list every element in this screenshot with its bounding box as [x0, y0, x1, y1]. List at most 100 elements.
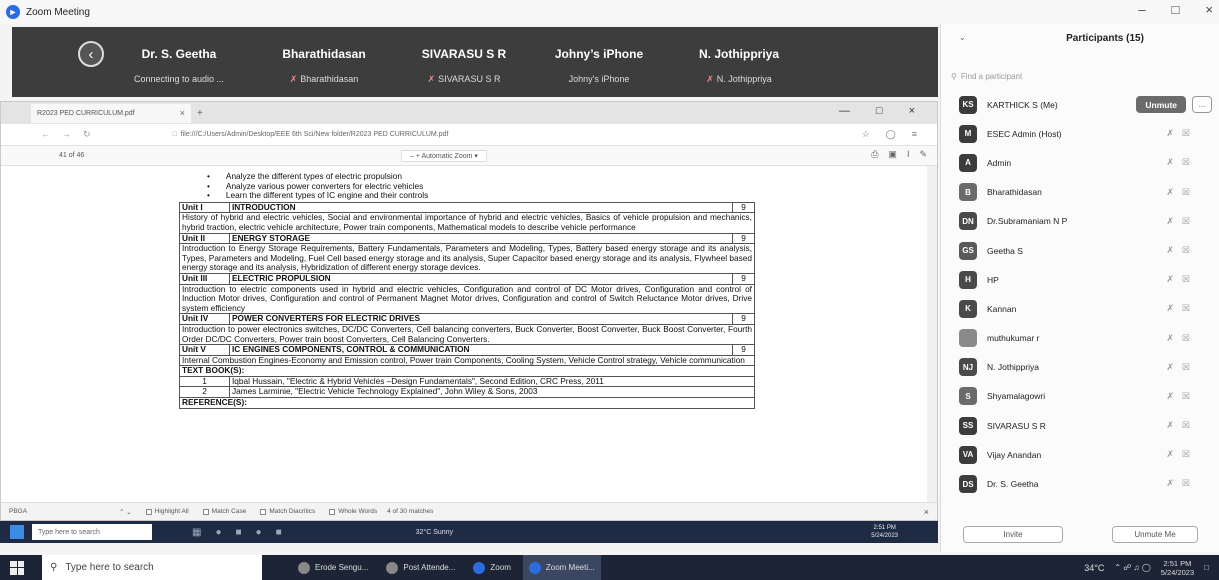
close-icon[interactable]: × — [1205, 2, 1213, 17]
draw-icon[interactable]: ✎ — [919, 149, 927, 160]
print-icon[interactable]: ⎙ — [871, 149, 878, 160]
taskbar-app[interactable]: Zoom Meeti... — [522, 555, 601, 580]
find-matches: 4 of 30 matches — [387, 508, 434, 515]
windows-start-icon[interactable] — [10, 560, 24, 575]
video-tile[interactable]: Johny’s iPhone Johny's iPhone — [534, 27, 664, 97]
participant-row[interactable]: DS Dr. S. Geetha ✗☒ — [941, 469, 1219, 498]
participant-row[interactable]: M ESEC Admin (Host) ✗☒ — [941, 119, 1219, 148]
find-participant-input[interactable]: ⚲ Find a participant — [951, 64, 1209, 88]
bookmark-star-icon[interactable]: ☆ — [862, 129, 870, 140]
mic-video-muted-icon: ✗☒ — [1166, 361, 1198, 372]
participant-row[interactable]: A Admin ✗☒ — [941, 148, 1219, 177]
unmute-button[interactable]: Unmute — [1136, 96, 1186, 113]
video-tile[interactable]: N. Jothippriya ✗ N. Jothippriya — [664, 27, 814, 97]
back-arrow-icon[interactable]: ‹ — [78, 41, 104, 67]
syllabus-table: Unit I INTRODUCTION 9 History of hybrid … — [179, 201, 755, 409]
find-option[interactable]: Match Case — [202, 508, 246, 515]
tile-sub: Connecting to audio ... — [133, 74, 225, 84]
taskbar-app-label: Zoom Meeti... — [545, 563, 595, 572]
avatar: M — [959, 124, 977, 143]
menu-icon[interactable]: ≡ — [912, 129, 917, 140]
find-option[interactable]: Highlight All — [145, 508, 189, 515]
taskbar-search[interactable]: ⚲ Type here to search — [42, 555, 262, 580]
taskbar-app[interactable]: Post Attende... — [380, 555, 461, 580]
invite-button[interactable]: Invite — [963, 525, 1063, 543]
browser-tab[interactable]: R2023 PED CURRICULUM.pdf × — [31, 103, 191, 123]
unit-hours: 9 — [732, 272, 755, 285]
browser-minimize-icon[interactable]: — — [839, 105, 850, 117]
shield-icon[interactable]: ◯ — [886, 129, 896, 140]
participant-row[interactable]: H HP ✗☒ — [941, 265, 1219, 294]
participant-row[interactable]: K Kannan ✗☒ — [941, 294, 1219, 323]
nav-buttons[interactable]: ←→↻ — [41, 129, 103, 140]
url-field[interactable]: □ file:///C:/Users/Admin/Desktop/EEE 6th … — [173, 131, 449, 138]
avatar: KS — [959, 95, 977, 114]
unmute-me-button[interactable]: Unmute Me — [1112, 525, 1198, 543]
minimize-icon[interactable]: – — [1138, 2, 1145, 17]
taskbar-app[interactable]: Zoom — [467, 555, 516, 580]
chrome-icon — [386, 561, 399, 574]
taskbar-app-label: Post Attende... — [403, 563, 456, 572]
weather-temp[interactable]: 34°C — [1084, 563, 1104, 573]
participant-row[interactable]: VA Vijay Anandan ✗☒ — [941, 440, 1219, 469]
pdf-toolbar: 41 of 46 – + Automatic Zoom ▾ ⎙ ▣ I ✎ — [1, 146, 937, 166]
participant-name: Dr.Subramaniam N P — [987, 216, 1068, 227]
video-tile[interactable]: Bharathidasan ✗ Bharathidasan — [254, 27, 394, 97]
browser-maximize-icon[interactable]: □ — [876, 105, 883, 117]
find-input[interactable]: PBGA — [9, 508, 119, 515]
zoom-select[interactable]: – + Automatic Zoom ▾ — [401, 150, 487, 162]
checkbox-icon — [145, 508, 152, 515]
unit-body-row: Introduction to Energy Storage Requireme… — [179, 243, 755, 274]
participant-row[interactable]: NJ N. Jothippriya ✗☒ — [941, 353, 1219, 382]
browser-close-icon[interactable]: × — [909, 105, 915, 117]
participant-name: Geetha S — [987, 245, 1023, 256]
maximize-icon[interactable]: □ — [1172, 2, 1180, 17]
textbooks-heading: TEXT BOOK(S): — [179, 365, 755, 377]
video-tile[interactable]: SIVARASU S R ✗ SIVARASU S R — [394, 27, 534, 97]
avatar: GS — [959, 241, 977, 260]
address-bar: ←→↻ □ file:///C:/Users/Admin/Desktop/EEE … — [1, 124, 937, 146]
unit-body: Introduction to electric components used… — [179, 283, 755, 315]
participant-name: muthukumar r — [987, 333, 1040, 344]
participant-row[interactable]: KS KARTHICK S (Me) Unmute... — [941, 90, 1219, 119]
find-option[interactable]: Whole Words — [329, 508, 377, 515]
participant-row[interactable]: muthukumar r ✗☒ — [941, 324, 1219, 353]
mic-video-muted-icon: ✗☒ — [1166, 478, 1198, 489]
unit-id: Unit I — [179, 201, 230, 214]
unit-title: POWER CONVERTERS FOR ELECTRIC DRIVES — [229, 313, 733, 325]
find-prev-next[interactable]: ⌃ ⌄ — [119, 508, 132, 516]
unit-body: History of hybrid and electric vehicles,… — [179, 212, 755, 234]
taskbar-app[interactable]: Erode Sengu... — [292, 555, 374, 580]
unit-hours: 9 — [732, 232, 755, 245]
tile-name: Dr. S. Geetha — [141, 47, 217, 61]
text-tool-icon[interactable]: I — [907, 149, 910, 160]
participant-row[interactable]: SS SIVARASU S R ✗☒ — [941, 411, 1219, 440]
mic-video-muted-icon: ✗☒ — [1166, 186, 1198, 197]
pdf-scrollbar[interactable] — [927, 166, 937, 502]
participant-row[interactable]: DN Dr.Subramaniam N P ✗☒ — [941, 207, 1219, 236]
participant-row[interactable]: GS Geetha S ✗☒ — [941, 236, 1219, 265]
pdf-viewer[interactable]: Analyze the different types of electric … — [1, 166, 937, 502]
taskbar-date: 5/24/2023 — [1160, 567, 1195, 577]
participant-row[interactable]: S Shyamalagowri ✗☒ — [941, 382, 1219, 411]
find-option[interactable]: Match Diacritics — [260, 508, 315, 515]
participant-row[interactable]: B Bharathidasan ✗☒ — [941, 178, 1219, 207]
new-tab-icon[interactable]: + — [197, 108, 203, 119]
participant-name: Shyamalagowri — [987, 391, 1046, 402]
unit-title: INTRODUCTION — [229, 201, 733, 214]
tray-icons[interactable]: ⌃ ☍ ♫ ◯ — [1114, 563, 1150, 572]
zoom-icon — [528, 561, 541, 574]
page-number-input[interactable]: 41 — [59, 152, 67, 159]
participant-list: KS KARTHICK S (Me) Unmute... M ESEC Admin (H… — [941, 90, 1219, 499]
tile-sub: Johny's iPhone — [568, 74, 630, 84]
taskbar-clock[interactable]: 2:51 PM 5/24/2023 — [1161, 559, 1194, 577]
unit-title: ELECTRIC PROPULSION — [229, 272, 733, 285]
save-icon[interactable]: ▣ — [888, 149, 897, 160]
video-tile[interactable]: Dr. S. Geetha Connecting to audio ... — [104, 27, 254, 97]
tab-close-icon[interactable]: × — [180, 108, 185, 118]
unit-header-row: Unit II ENERGY STORAGE 9 — [179, 232, 755, 245]
more-options-button[interactable]: ... — [1192, 96, 1212, 113]
find-close-icon[interactable]: × — [924, 507, 929, 517]
notification-icon[interactable]: □ — [1204, 563, 1209, 572]
unit-hours: 9 — [732, 201, 755, 214]
